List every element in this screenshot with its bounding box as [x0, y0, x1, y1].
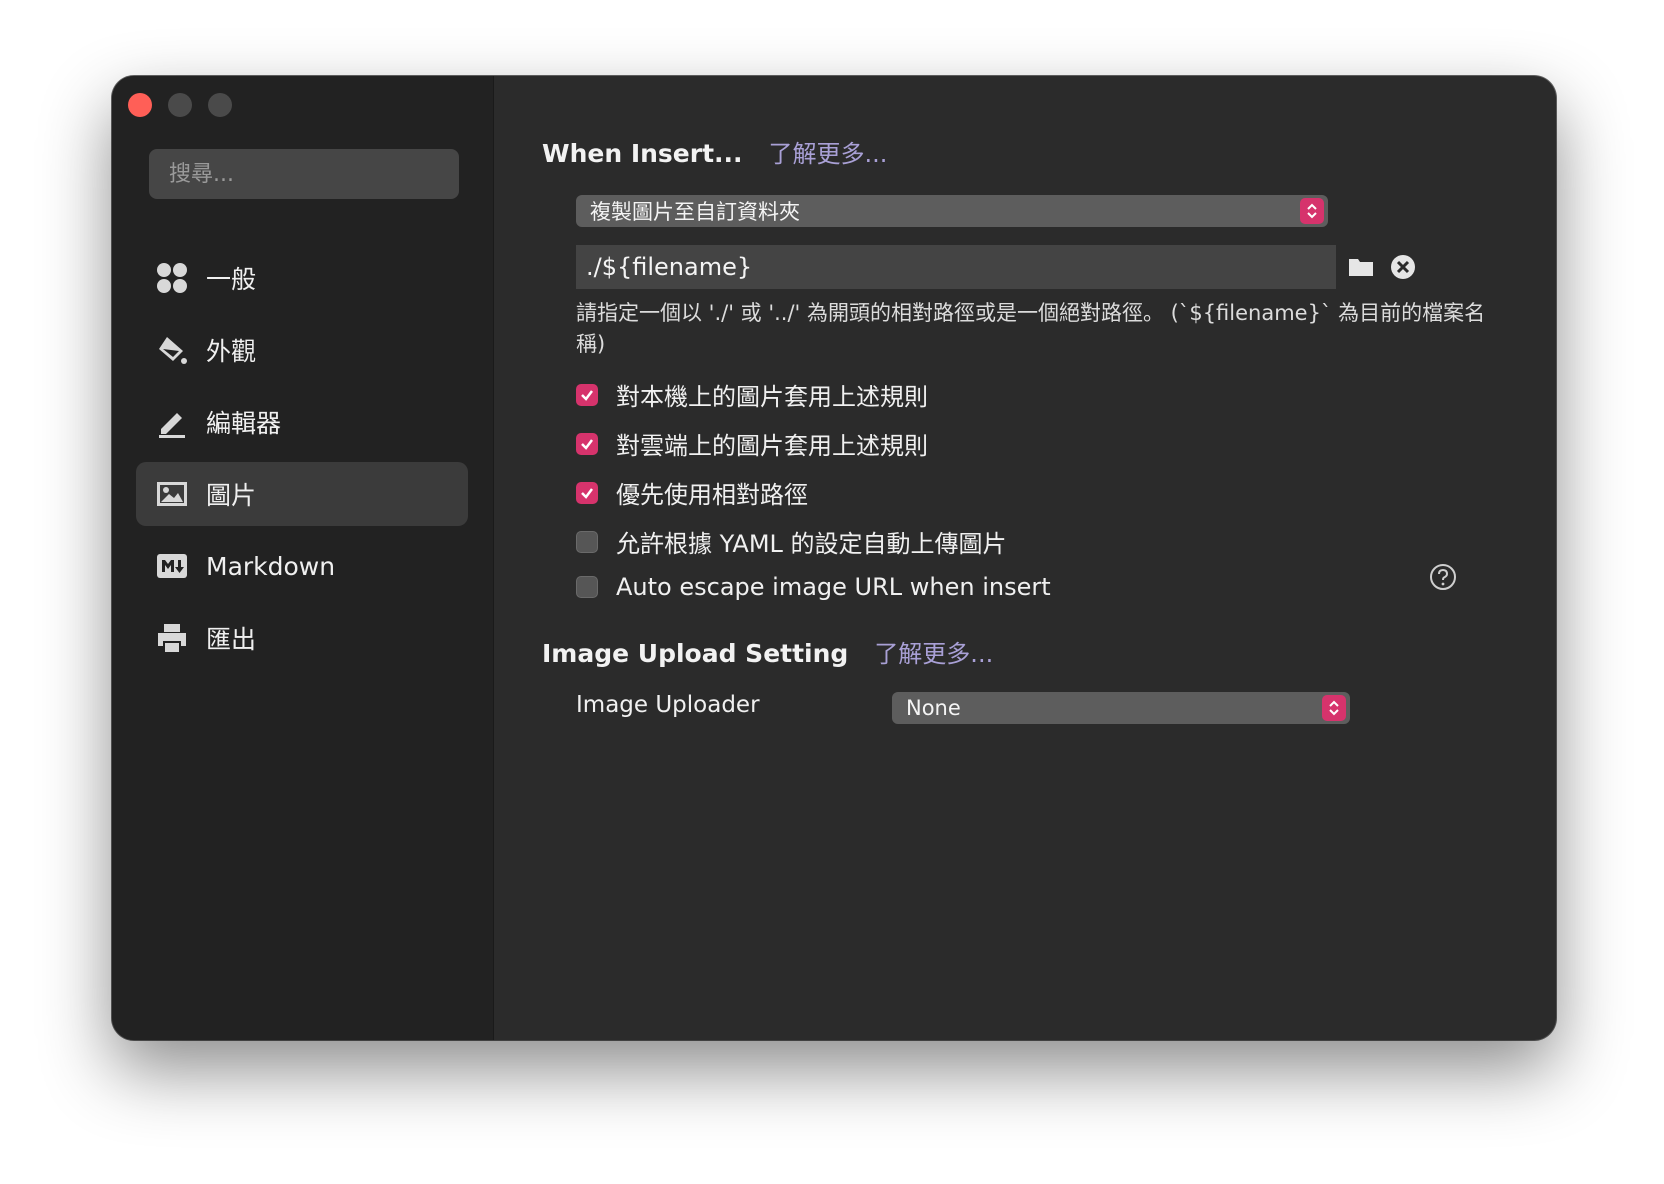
option-label: 優先使用相對路徑	[616, 481, 808, 509]
sidebar: 一般 外觀 編輯器 圖片	[112, 76, 494, 1040]
stepper-icon	[1300, 198, 1324, 224]
search-input[interactable]	[149, 149, 459, 199]
option-auto-escape[interactable]: Auto escape image URL when insert	[576, 573, 1051, 601]
image-upload-heading: Image Upload Setting 了解更多...	[542, 634, 993, 669]
image-uploader-select[interactable]: None	[892, 692, 1350, 724]
path-help-text: 請指定一個以 './' 或 '../' 為開頭的相對路徑或是一個絕對路徑。 (`…	[576, 301, 1486, 356]
select-value: None	[906, 696, 961, 720]
checkbox[interactable]	[576, 530, 598, 553]
learn-more-link[interactable]: 了解更多...	[769, 134, 888, 169]
option-label: 允許根據 YAML 的設定自動上傳圖片	[616, 530, 1007, 558]
help-icon[interactable]	[1429, 563, 1457, 591]
paint-bucket-icon	[154, 332, 190, 368]
image-icon	[154, 476, 190, 512]
zoom-window-button[interactable]	[208, 93, 232, 117]
checkbox[interactable]	[576, 576, 598, 598]
option-yaml-upload[interactable]: 允許根據 YAML 的設定自動上傳圖片	[576, 524, 1007, 559]
when-insert-heading: When Insert... 了解更多...	[542, 134, 887, 169]
grid-icon	[154, 260, 190, 296]
sidebar-item-images[interactable]: 圖片	[136, 462, 468, 526]
settings-content: When Insert... 了解更多... 複製圖片至自訂資料夾 請指定一個以…	[494, 76, 1556, 1040]
section-title: When Insert...	[542, 139, 743, 168]
learn-more-link[interactable]: 了解更多...	[874, 634, 993, 669]
sidebar-item-general[interactable]: 一般	[136, 246, 468, 310]
sidebar-item-editor[interactable]: 編輯器	[136, 390, 468, 454]
sidebar-item-markdown[interactable]: Markdown	[136, 534, 468, 598]
select-value: 複製圖片至自訂資料夾	[590, 200, 800, 224]
sidebar-item-appearance[interactable]: 外觀	[136, 318, 468, 382]
pencil-icon	[154, 404, 190, 440]
option-apply-remote[interactable]: 對雲端上的圖片套用上述規則	[576, 426, 928, 461]
folder-icon[interactable]	[1346, 252, 1376, 282]
checkbox[interactable]	[576, 432, 598, 455]
sidebar-item-label: Markdown	[206, 551, 336, 581]
sidebar-item-label: 圖片	[206, 481, 257, 510]
sidebar-item-export[interactable]: 匯出	[136, 606, 468, 670]
section-title: Image Upload Setting	[542, 639, 849, 668]
checkbox[interactable]	[576, 481, 598, 504]
sidebar-item-label: 匯出	[206, 625, 257, 654]
checkbox[interactable]	[576, 383, 598, 406]
image-uploader-label: Image Uploader	[576, 692, 760, 718]
option-label: Auto escape image URL when insert	[616, 573, 1051, 601]
image-path-input[interactable]	[576, 245, 1336, 289]
option-label: 對雲端上的圖片套用上述規則	[616, 432, 928, 460]
minimize-window-button[interactable]	[168, 93, 192, 117]
printer-icon	[154, 620, 190, 656]
sidebar-nav: 一般 外觀 編輯器 圖片 Markdown 匯出	[136, 246, 468, 678]
sidebar-item-label: 外觀	[206, 337, 257, 366]
sidebar-item-label: 一般	[206, 265, 257, 294]
option-label: 對本機上的圖片套用上述規則	[616, 383, 928, 411]
option-prefer-relative[interactable]: 優先使用相對路徑	[576, 475, 808, 510]
sidebar-item-label: 編輯器	[206, 409, 282, 438]
preferences-window: 一般 外觀 編輯器 圖片	[112, 76, 1556, 1040]
clear-icon[interactable]	[1388, 252, 1418, 282]
option-apply-local[interactable]: 對本機上的圖片套用上述規則	[576, 377, 928, 412]
stepper-icon	[1322, 695, 1346, 721]
markdown-icon	[154, 548, 190, 584]
insert-action-select[interactable]: 複製圖片至自訂資料夾	[576, 195, 1328, 227]
close-window-button[interactable]	[128, 93, 152, 117]
